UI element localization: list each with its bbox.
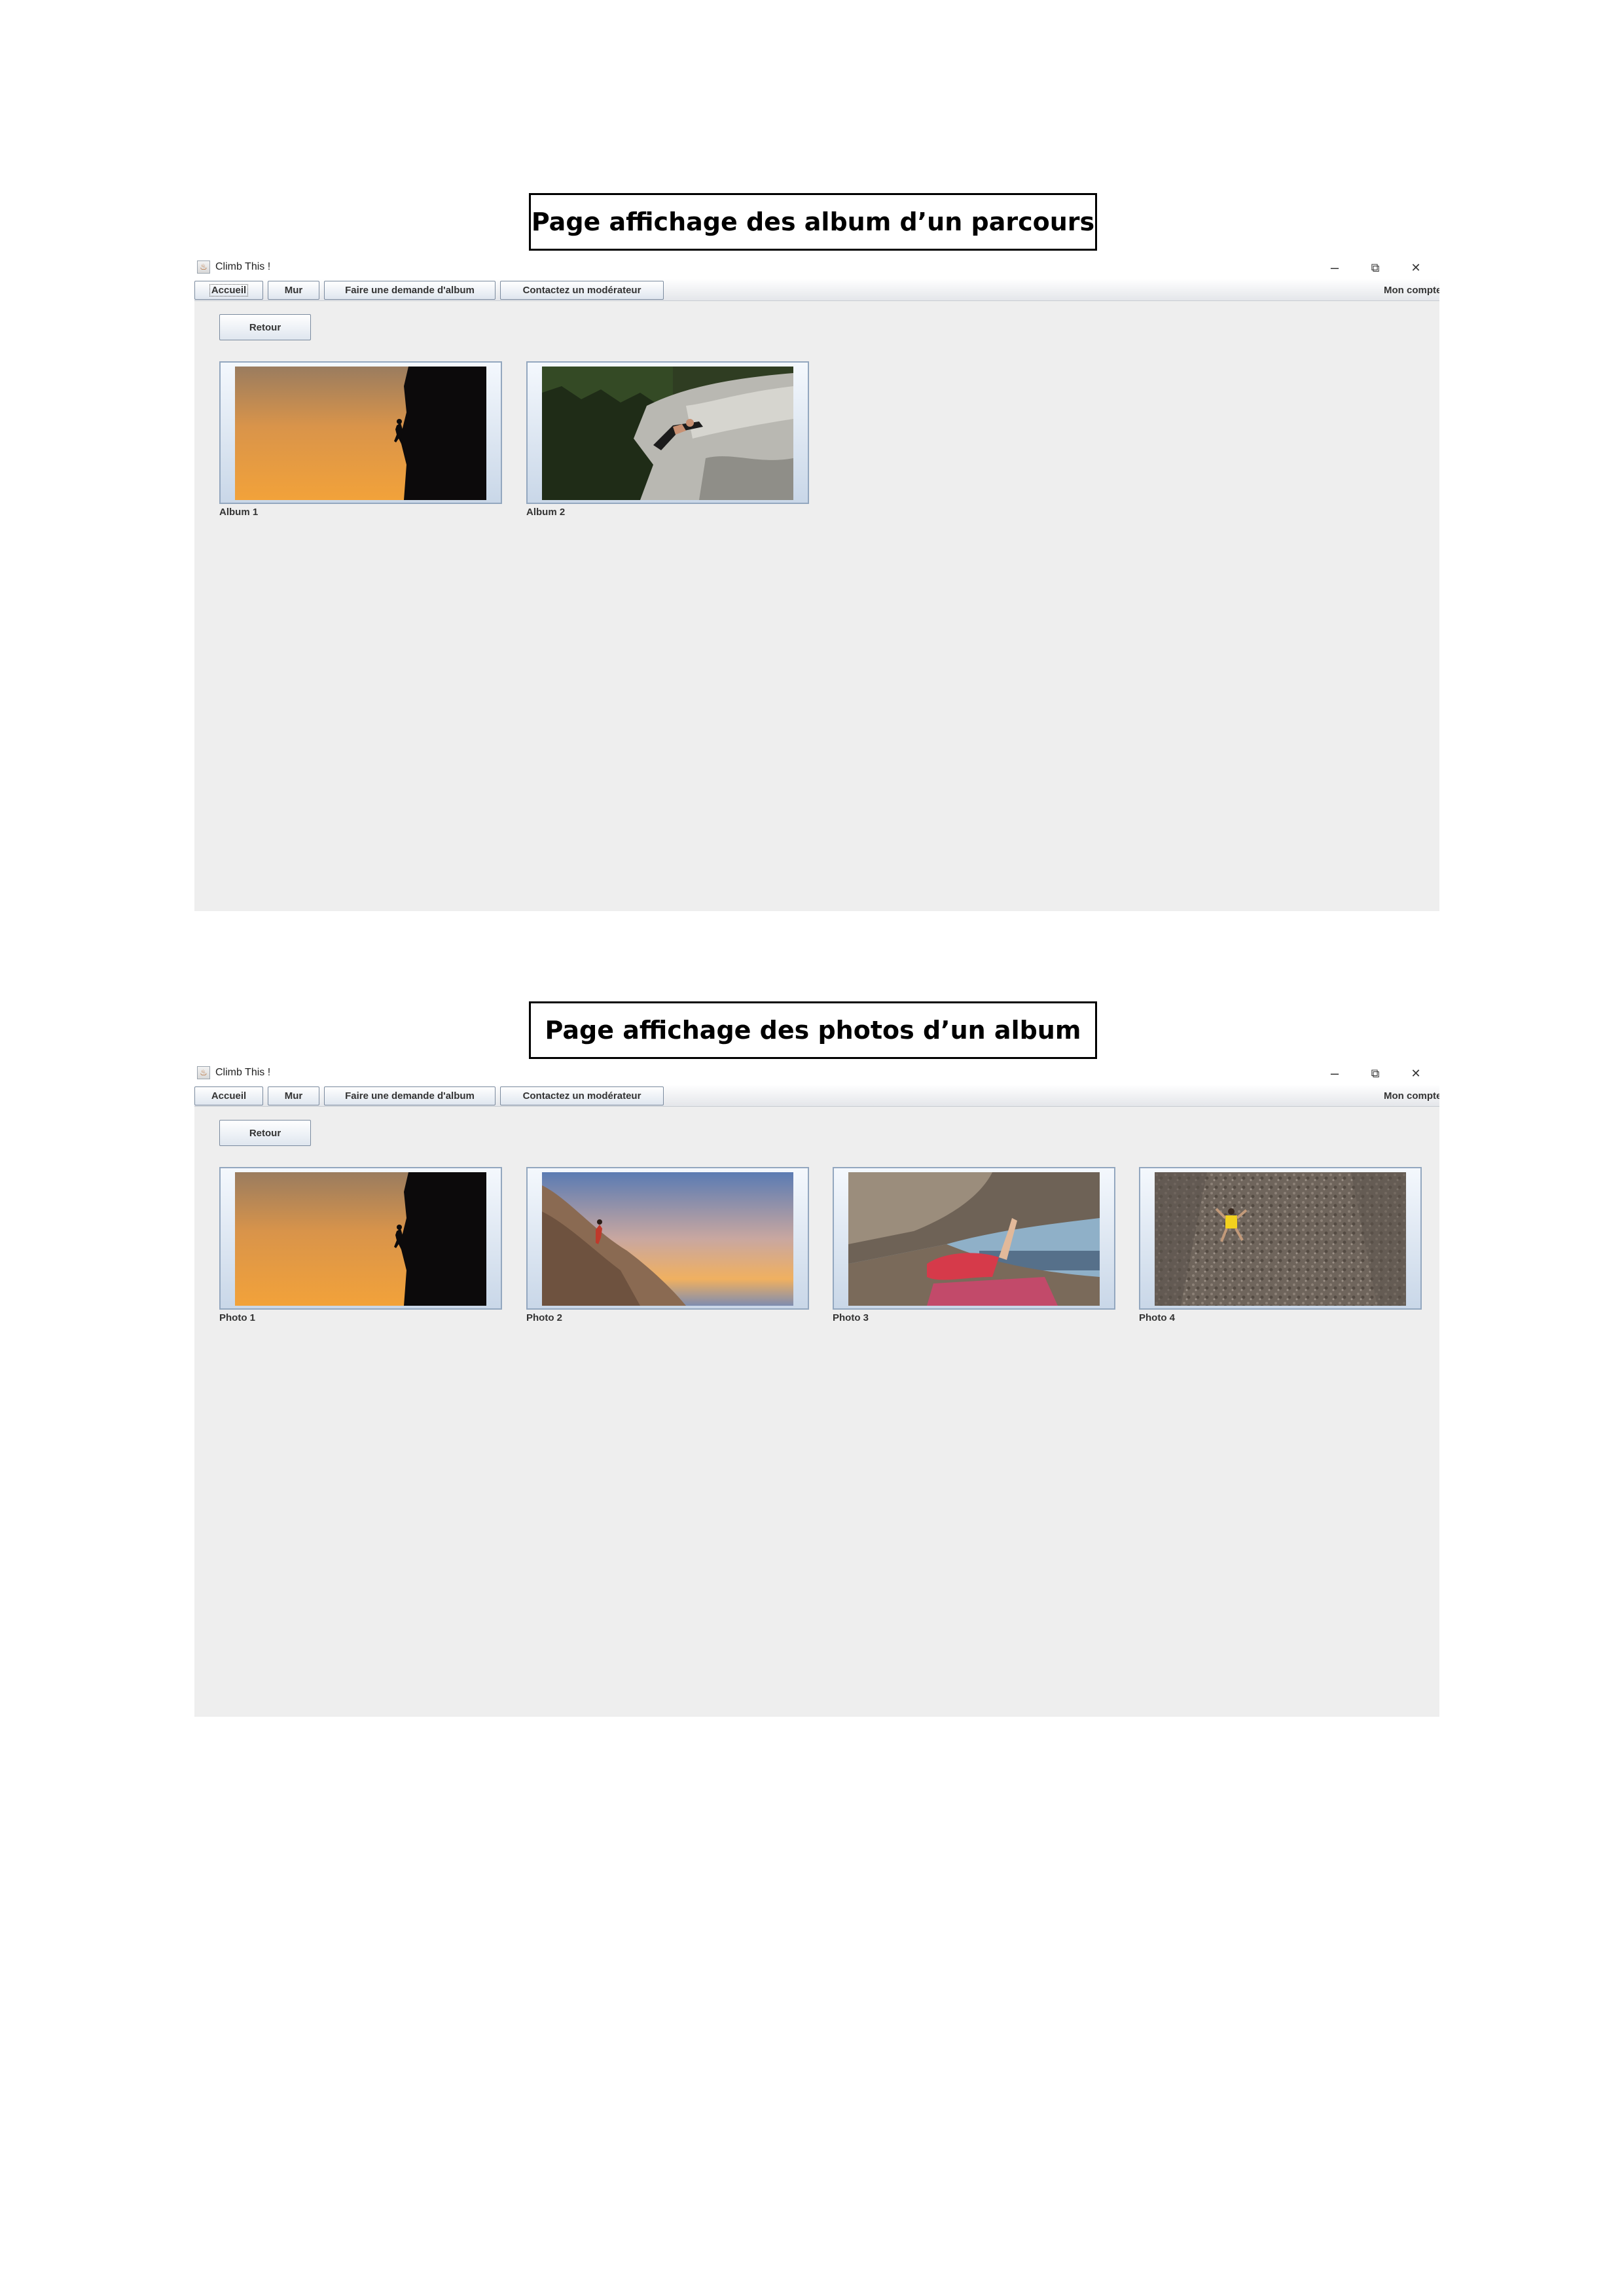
back-button[interactable]: Retour [219, 1120, 311, 1146]
photo-tile[interactable] [833, 1167, 1115, 1310]
app-window: ♨ Climb This ! – ⧉ ✕ Accueil Mur Faire u… [194, 257, 1439, 911]
thumbnail-climber-under-roof [848, 1172, 1100, 1306]
menu-contact-moderateur-button[interactable]: Contactez un modérateur [500, 1086, 664, 1105]
photo-tile[interactable] [526, 1167, 809, 1310]
menu-accueil-label: Accueil [209, 284, 249, 296]
menu-demande-album-button[interactable]: Faire une demande d'album [324, 281, 496, 300]
section-caption: Page affichage des album d’un parcours [529, 193, 1097, 251]
menu-contact-moderateur-label: Contactez un modérateur [522, 285, 641, 296]
title-bar: ♨ Climb This ! – ⧉ ✕ [194, 257, 1439, 279]
menu-contact-moderateur-button[interactable]: Contactez un modérateur [500, 281, 664, 300]
thumbnail-climber-on-rock-forest [542, 367, 793, 500]
menu-mur-button[interactable]: Mur [268, 1086, 319, 1105]
restore-icon[interactable]: ⧉ [1362, 258, 1388, 278]
app-window: ♨ Climb This ! – ⧉ ✕ Accueil Mur Faire u… [194, 1062, 1439, 1717]
window-title: Climb This ! [215, 1067, 271, 1078]
java-app-icon: ♨ [197, 260, 210, 274]
menu-demande-album-label: Faire une demande d'album [345, 1090, 475, 1102]
photo-tile[interactable] [219, 1167, 502, 1310]
menu-mur-label: Mur [284, 1090, 303, 1102]
menu-demande-album-label: Faire une demande d'album [345, 285, 475, 296]
album-tile[interactable] [219, 361, 502, 504]
close-icon[interactable]: ✕ [1403, 1064, 1429, 1083]
thumbnail-climber-on-granite-wall [1155, 1172, 1406, 1306]
thumbnail-sunset-climber-silhouette [235, 367, 486, 500]
menu-bar: Accueil Mur Faire une demande d'album Co… [194, 1085, 1439, 1107]
account-menu[interactable]: Mon compte [1384, 285, 1439, 296]
restore-icon[interactable]: ⧉ [1362, 1064, 1388, 1083]
album-tile[interactable] [526, 361, 809, 504]
menu-accueil-button[interactable]: Accueil [194, 1086, 263, 1105]
java-app-icon: ♨ [197, 1066, 210, 1079]
album-label: Album 1 [219, 507, 259, 518]
menu-accueil-button[interactable]: Accueil [194, 281, 263, 300]
photo-label: Photo 4 [1139, 1312, 1175, 1323]
close-icon[interactable]: ✕ [1403, 258, 1429, 278]
menu-accueil-label: Accueil [211, 1090, 247, 1102]
menu-mur-label: Mur [284, 285, 303, 296]
menu-bar: Accueil Mur Faire une demande d'album Co… [194, 279, 1439, 301]
minimize-icon[interactable]: – [1322, 1064, 1348, 1083]
thumbnail-climber-on-slab-sunset [542, 1172, 793, 1306]
account-menu[interactable]: Mon compte [1384, 1090, 1439, 1102]
title-bar: ♨ Climb This ! – ⧉ ✕ [194, 1062, 1439, 1085]
photo-tile[interactable] [1139, 1167, 1422, 1310]
minimize-icon[interactable]: – [1322, 258, 1348, 278]
back-button[interactable]: Retour [219, 314, 311, 340]
menu-demande-album-button[interactable]: Faire une demande d'album [324, 1086, 496, 1105]
photo-label: Photo 3 [833, 1312, 869, 1323]
menu-mur-button[interactable]: Mur [268, 281, 319, 300]
window-title: Climb This ! [215, 261, 271, 272]
album-label: Album 2 [526, 507, 566, 518]
menu-contact-moderateur-label: Contactez un modérateur [522, 1090, 641, 1102]
photo-label: Photo 1 [219, 1312, 255, 1323]
photo-label: Photo 2 [526, 1312, 562, 1323]
thumbnail-sunset-climber-silhouette [235, 1172, 486, 1306]
section-caption: Page affichage des photos d’un album [529, 1001, 1097, 1059]
